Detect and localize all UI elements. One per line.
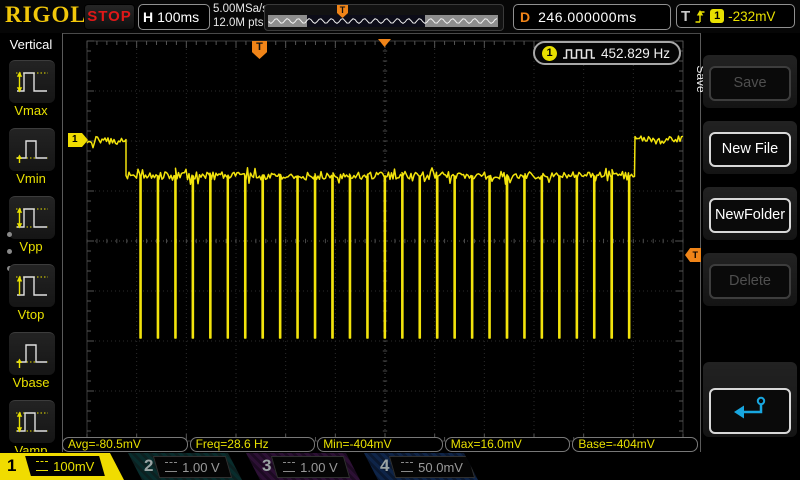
top-status-bar: RIGOL STOP H 100ms 5.00MSa/s 12.0M pts T… xyxy=(0,0,800,34)
channel-4-number: 4 xyxy=(380,456,389,476)
measurement-freq: Freq=28.6 Hz xyxy=(190,437,316,452)
menu-page-dot xyxy=(7,232,12,237)
channel-1-number: 1 xyxy=(7,456,16,476)
menu-item-vmin[interactable] xyxy=(9,128,55,171)
vtop-icon xyxy=(14,270,50,302)
channel-2-scale: 1.00 V xyxy=(182,460,220,475)
frequency-value: 452.829 Hz xyxy=(601,46,670,61)
freq-counter-source-badge: 1 xyxy=(542,46,557,61)
channel-1-scale: 100mV xyxy=(53,459,94,474)
channel-3-number: 3 xyxy=(262,456,271,476)
measurement-base: Base=-404mV xyxy=(572,437,698,452)
return-arrow-icon xyxy=(730,393,770,421)
menu-item-vpp[interactable] xyxy=(9,196,55,239)
measurement-avg: Avg=-80.5mV xyxy=(62,437,188,452)
t-label: T xyxy=(681,8,690,25)
trigger-level-value: -232mV xyxy=(728,9,775,24)
vmax-icon xyxy=(14,66,50,98)
channel-3-scale: 1.00 V xyxy=(300,460,338,475)
d-label: D xyxy=(514,9,538,25)
channel-status-bar: 1 100mV 2 1.00 V 3 1.00 V 4 50.0mV xyxy=(0,452,800,480)
softkey-slot xyxy=(703,362,797,437)
measurement-max: Max=16.0mV xyxy=(445,437,571,452)
channel-3-status[interactable]: 3 1.00 V xyxy=(246,453,360,480)
delay-readout[interactable]: D 246.000000ms xyxy=(513,4,671,30)
channel-2-status[interactable]: 2 1.00 V xyxy=(128,453,242,480)
delay-value: 246.000000ms xyxy=(538,9,637,25)
menu-item-vtop-label[interactable]: Vtop xyxy=(0,307,62,322)
coupling-icon xyxy=(165,462,177,472)
vertical-measure-menu: Vertical Vmax Vmin xyxy=(0,33,63,452)
ch1-trace xyxy=(87,136,683,338)
trigger-readout[interactable]: T 1 -232mV xyxy=(676,4,795,28)
sample-rate: 5.00MSa/s xyxy=(213,2,268,16)
vbase-icon xyxy=(14,338,50,370)
menu-item-vmin-label[interactable]: Vmin xyxy=(0,171,62,186)
back-button[interactable] xyxy=(709,388,791,434)
ch1-offset-marker[interactable]: 1 xyxy=(68,133,88,147)
channel-4-scale: 50.0mV xyxy=(418,460,463,475)
channel-2-number: 2 xyxy=(144,456,153,476)
timebase-value: 100ms xyxy=(157,9,199,25)
menu-title: Vertical xyxy=(0,37,62,52)
square-wave-icon xyxy=(562,47,596,60)
menu-item-vtop[interactable] xyxy=(9,264,55,307)
new-file-button[interactable]: New File xyxy=(709,132,791,167)
acquisition-readout: 5.00MSa/s 12.0M pts xyxy=(213,2,268,30)
frequency-counter-badge: 1 452.829 Hz xyxy=(533,41,681,65)
memory-depth: 12.0M pts xyxy=(213,16,268,30)
vmin-icon xyxy=(14,134,50,166)
graticule-and-waveform xyxy=(0,0,800,480)
menu-page-dot xyxy=(7,249,12,254)
coupling-icon xyxy=(401,462,413,472)
softkey-slot: Delete xyxy=(703,253,797,306)
oscilloscope-screen: RIGOL STOP H 100ms 5.00MSa/s 12.0M pts T… xyxy=(0,0,800,480)
softkey-slot: New File xyxy=(703,121,797,174)
delete-button[interactable]: Delete xyxy=(709,264,791,299)
menu-item-vmax-label[interactable]: Vmax xyxy=(0,103,62,118)
rigol-logo: RIGOL xyxy=(5,2,87,28)
trigger-position-flag[interactable]: T xyxy=(252,41,267,59)
new-folder-button[interactable]: NewFolder xyxy=(709,198,791,233)
save-button[interactable]: Save xyxy=(709,66,791,101)
trigger-level-marker[interactable]: T xyxy=(685,248,701,262)
measurement-readout-row: Avg=-80.5mV Freq=28.6 Hz Min=-404mV Max=… xyxy=(62,437,698,452)
measurement-min: Min=-404mV xyxy=(317,437,443,452)
preview-wave-icon xyxy=(268,15,498,27)
screen-center-marker xyxy=(378,39,391,47)
run-state-badge[interactable]: STOP xyxy=(84,4,135,30)
menu-item-vbase-label[interactable]: Vbase xyxy=(0,375,62,390)
menu-item-vamp[interactable] xyxy=(9,400,55,443)
softkey-slot: NewFolder xyxy=(703,187,797,240)
vamp-icon xyxy=(14,406,50,438)
menu-item-vmax[interactable] xyxy=(9,60,55,103)
horizontal-timebase-readout[interactable]: H 100ms xyxy=(138,4,210,30)
menu-item-vbase[interactable] xyxy=(9,332,55,375)
waveform-preview-bar[interactable]: T xyxy=(264,4,504,31)
trigger-source-badge: 1 xyxy=(710,9,724,23)
coupling-icon xyxy=(36,461,48,471)
channel-4-status[interactable]: 4 50.0mV xyxy=(364,453,478,480)
softkey-slot: Save xyxy=(703,55,797,108)
rising-edge-icon xyxy=(694,8,706,25)
vpp-icon xyxy=(14,202,50,234)
h-label: H xyxy=(139,9,157,25)
channel-1-status[interactable]: 1 100mV xyxy=(0,453,124,480)
coupling-icon xyxy=(283,462,295,472)
